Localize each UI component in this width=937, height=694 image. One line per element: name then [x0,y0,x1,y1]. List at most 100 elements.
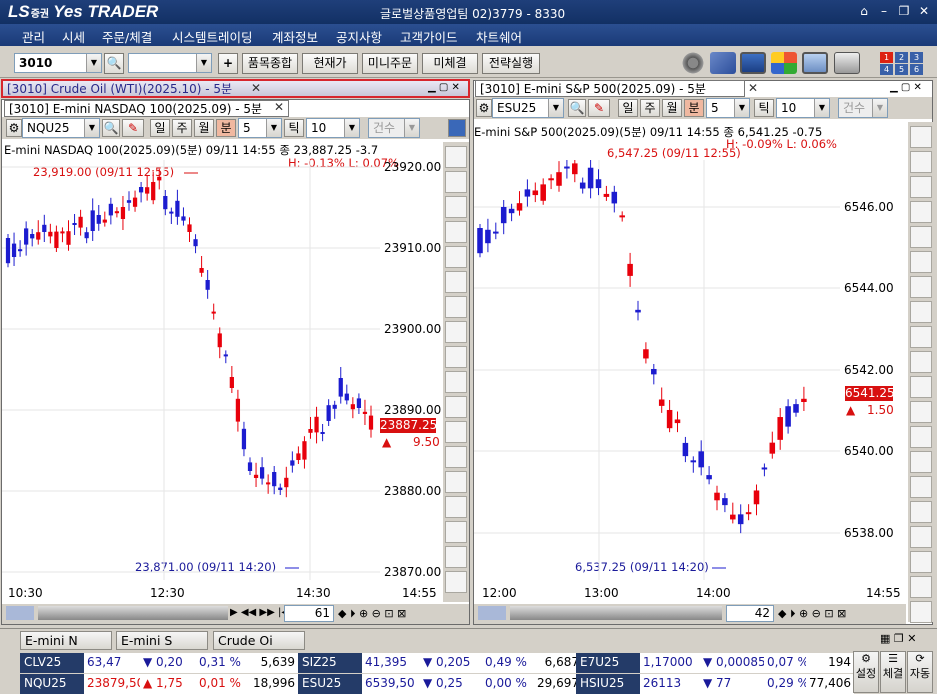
drawing-tool-icon[interactable] [910,176,932,198]
minimize-button[interactable]: – [876,4,892,19]
sp-bar-count-input[interactable]: 42 [726,605,774,622]
zoom-icons[interactable]: ◆ ⏵ ⊕ ⊖ ⊡ ⊠ [778,607,846,621]
window-capture-icon[interactable] [802,52,828,74]
close-tab-icon[interactable]: ✕ [748,81,758,95]
ticker-row[interactable]: E7U25 1,17000 ▼ 0,00085 0,07 % 194 [0,653,854,673]
page-2-button[interactable]: 2 [895,52,908,63]
tick-value-combo[interactable]: 10 ▼ [306,118,360,138]
layout-grid-icon[interactable] [771,52,797,74]
nasdaq-window-tab[interactable]: [3010] E-mini NASDAQ 100(2025.09) - 5분 [4,100,289,117]
drawing-tool-icon[interactable] [910,576,932,598]
mini-order-button[interactable]: 미니주문 [362,53,418,74]
close-tab-icon[interactable]: ✕ [274,100,284,114]
search-icon[interactable]: 🔍 [568,99,586,117]
page-6-button[interactable]: 6 [910,64,923,75]
nasdaq-bar-count-input[interactable]: 61 [284,605,334,622]
period-minute-button[interactable]: 분 [684,99,704,117]
page-4-button[interactable]: 4 [880,64,893,75]
period-week-button[interactable]: 주 [172,119,192,137]
scroll-nav-icons[interactable]: ▶ ◀◀ ▶▶ |◀ [230,607,289,618]
chart-tools-toggle-icon[interactable] [448,119,466,137]
ticker-auto-button[interactable]: ⟳ 자동 [907,651,933,693]
drawing-tool-icon[interactable] [445,446,467,468]
period-day-button[interactable]: 일 [150,119,170,137]
page-3-button[interactable]: 3 [910,52,923,63]
close-button[interactable]: ✕ [916,4,932,19]
chevron-down-icon[interactable]: ▼ [814,99,829,117]
menu-item-quotes[interactable]: 시세 [62,27,85,46]
home-icon[interactable]: ⌂ [856,4,872,19]
period-month-button[interactable]: 월 [662,99,682,117]
drawing-tool-icon[interactable] [910,251,932,273]
ticker-fills-button[interactable]: ☰ 체결 [880,651,906,693]
drawing-tool-icon[interactable] [445,371,467,393]
tabbar-controls[interactable]: ▦ ❐ ✕ [880,632,916,645]
drawing-tool-icon[interactable] [445,271,467,293]
menu-item-order[interactable]: 주문/체결 [102,27,152,46]
count-combo[interactable]: 건수 ▼ [838,98,888,118]
drawing-tool-icon[interactable] [445,246,467,268]
drawing-tool-icon[interactable] [445,346,467,368]
drawing-tool-icon[interactable] [445,146,467,168]
drawing-tool-icon[interactable] [910,351,932,373]
count-combo[interactable]: 건수 ▼ [368,118,420,138]
drawing-tool-icon[interactable] [910,501,932,523]
tick-value-combo[interactable]: 10 ▼ [776,98,830,118]
drawing-tool-icon[interactable] [445,521,467,543]
drawing-tool-icon[interactable] [910,301,932,323]
menu-item-account[interactable]: 계좌정보 [272,27,318,46]
drawing-tool-icon[interactable] [910,126,932,148]
drawing-tool-icon[interactable] [910,426,932,448]
drawing-tool-icon[interactable] [445,496,467,518]
settings-icon[interactable]: ⚙ [6,119,22,137]
drawing-tool-icon[interactable] [445,546,467,568]
period-month-button[interactable]: 월 [194,119,214,137]
nasdaq-candle-chart[interactable] [2,160,380,580]
drawing-tool-icon[interactable] [445,196,467,218]
chevron-down-icon[interactable]: ▼ [86,54,101,72]
nasdaq-symbol-combo[interactable]: NQU25 ▼ [22,118,100,138]
drawing-tool-icon[interactable] [445,321,467,343]
drawing-tool-icon[interactable] [910,601,932,623]
user-settings-icon[interactable] [710,52,736,74]
drawing-tool-icon[interactable] [910,551,932,573]
drawing-tool-icon[interactable] [910,226,932,248]
sp-scroll-bar[interactable]: 42 ◆ ⏵ ⊕ ⊖ ⊡ ⊠ [474,604,906,624]
close-tab-icon[interactable]: ✕ [251,81,261,95]
current-price-button[interactable]: 현재가 [302,53,358,74]
drawing-tool-icon[interactable] [910,376,932,398]
period-day-button[interactable]: 일 [618,99,638,117]
drawing-tool-icon[interactable] [445,221,467,243]
unfilled-button[interactable]: 미체결 [422,53,478,74]
item-summary-button[interactable]: 품목종합 [242,53,298,74]
print-icon[interactable] [834,52,860,74]
scroll-thumb[interactable] [6,606,34,620]
screen-search-combo[interactable]: ▼ [128,53,212,73]
chevron-down-icon[interactable]: ▼ [196,54,211,72]
settings-gear-icon[interactable] [680,52,706,74]
drawing-tool-icon[interactable] [445,171,467,193]
monitor-icon[interactable] [740,52,766,74]
screen-number-input[interactable]: 3010 ▼ [14,53,102,73]
ticker-row[interactable]: HSIU25 26113 ▼ 77 0,29 % 77,406 [0,674,854,694]
chevron-down-icon[interactable]: ▼ [344,119,359,137]
window-controls[interactable]: ▁ ▢ ✕ [428,82,460,93]
drawing-tool-icon[interactable] [910,151,932,173]
ticker-settings-button[interactable]: ⚙ 설정 [853,651,879,693]
tick-button[interactable]: 틱 [284,119,304,137]
drawing-tool-icon[interactable] [910,276,932,298]
drawing-tool-icon[interactable] [910,451,932,473]
sp-window-tab[interactable]: [3010] E-mini S&P 500(2025.09) - 5분 [475,80,745,97]
minute-value-combo[interactable]: 5 ▼ [238,118,282,138]
menu-item-notice[interactable]: 공지사항 [336,27,382,46]
drawing-tool-icon[interactable] [445,421,467,443]
drawing-tool-icon[interactable] [910,201,932,223]
chevron-down-icon[interactable]: ▼ [548,99,563,117]
cancel-search-icon[interactable]: ✎ [122,119,144,137]
strategy-run-button[interactable]: 전략실행 [482,53,540,74]
sp-candle-chart[interactable] [474,160,840,580]
settings-icon[interactable]: ⚙ [476,99,492,117]
chevron-down-icon[interactable]: ▼ [266,119,281,137]
nasdaq-scroll-bar[interactable]: ▶ ◀◀ ▶▶ |◀ 61 ◆ ⏵ ⊕ ⊖ ⊡ ⊠ [2,604,469,624]
search-icon[interactable]: 🔍 [104,53,124,74]
